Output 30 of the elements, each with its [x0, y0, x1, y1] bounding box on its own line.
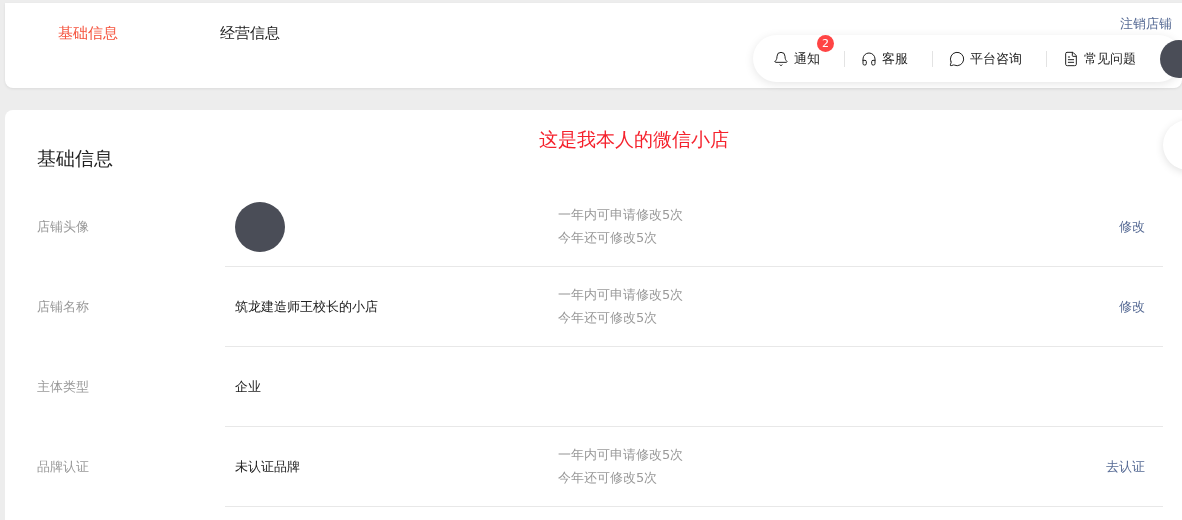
toolbar-button[interactable]: 通知	[773, 49, 820, 68]
toolbar-button[interactable]: 常见问题	[1063, 49, 1136, 68]
cancel-store-link[interactable]: 注销店铺	[1120, 15, 1172, 33]
field-value: 企业	[235, 377, 261, 396]
action-link[interactable]: 去认证	[1106, 457, 1145, 476]
annotation-text: 这是我本人的微信小店	[539, 127, 729, 152]
hint-text: 一年内可申请修改5次	[558, 446, 685, 464]
toolbar-button[interactable]: 客服	[861, 49, 908, 68]
hint-text: 今年还可修改5次	[558, 309, 659, 327]
tab[interactable]: 基础信息	[58, 24, 118, 43]
field-label: 品牌认证	[37, 458, 90, 476]
action-link[interactable]: 修改	[1119, 297, 1145, 316]
avatar	[235, 201, 285, 252]
hint-text: 今年还可修改5次	[558, 469, 659, 487]
tab[interactable]: 经营信息	[220, 24, 280, 43]
field-label: 店铺头像	[37, 218, 90, 236]
section-title: 基础信息	[37, 146, 113, 171]
field-label: 店铺名称	[37, 298, 90, 316]
headset-icon	[861, 50, 877, 67]
hint-text: 一年内可申请修改5次	[558, 206, 685, 224]
hint-text: 今年还可修改5次	[558, 229, 659, 247]
field-value: 筑龙建造师王校长的小店	[235, 297, 378, 316]
toolbar-button[interactable]: 平台咨询	[949, 49, 1022, 68]
field-value: 未认证品牌	[235, 457, 300, 476]
field-label: 主体类型	[37, 378, 90, 396]
document-icon	[1063, 50, 1079, 67]
chat-bubble-icon	[949, 50, 965, 67]
bell-icon	[773, 50, 789, 67]
hint-text: 一年内可申请修改5次	[558, 286, 685, 304]
action-link[interactable]: 修改	[1119, 217, 1145, 236]
